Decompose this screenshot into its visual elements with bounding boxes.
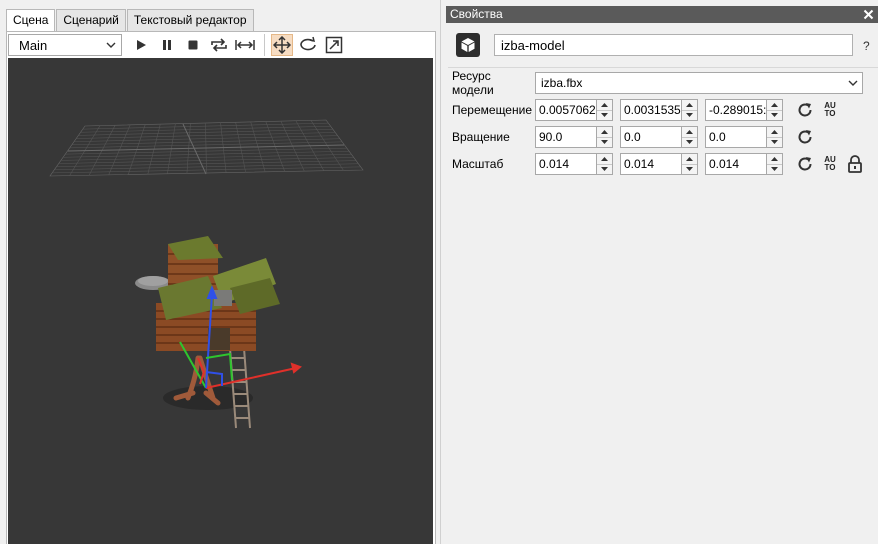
position-y-value[interactable]: 0.0031535 xyxy=(620,99,681,121)
play-button[interactable] xyxy=(130,34,152,56)
loop-button[interactable] xyxy=(208,34,230,56)
editor-window: Сцена Сценарий Текстовый редактор Main С… xyxy=(0,0,878,544)
position-y-spinbox[interactable]: 0.0031535 xyxy=(620,99,698,121)
scale-y-value[interactable]: 0.014 xyxy=(620,153,681,175)
auto-scale-button[interactable]: AU TO xyxy=(820,154,840,174)
toolbar-separator xyxy=(264,34,265,56)
header-divider xyxy=(448,67,878,68)
object-type-badge xyxy=(456,33,480,57)
scale-icon xyxy=(325,36,343,54)
position-x-spinbox[interactable]: 0.0057062 xyxy=(535,99,613,121)
properties-title: Свойства xyxy=(450,7,503,21)
resource-row: Ресурс модели izba.fbx xyxy=(452,69,863,97)
play-icon xyxy=(137,40,146,50)
rotate-tool-button[interactable] xyxy=(297,34,319,56)
spin-up-icon[interactable] xyxy=(682,127,697,138)
close-icon[interactable] xyxy=(863,9,874,20)
editor-tabs: Сцена Сценарий Текстовый редактор xyxy=(6,9,255,32)
move-tool-button[interactable] xyxy=(271,34,293,56)
auto-position-button[interactable]: AU TO xyxy=(820,100,840,120)
stop-button[interactable] xyxy=(182,34,204,56)
auto-icon: AU TO xyxy=(824,155,836,172)
rotation-y-value[interactable]: 0.0 xyxy=(620,126,681,148)
spin-down-icon[interactable] xyxy=(597,138,612,148)
spin-up-icon[interactable] xyxy=(767,100,782,111)
tab-text-editor[interactable]: Текстовый редактор xyxy=(126,9,254,31)
spin-up-icon[interactable] xyxy=(767,127,782,138)
stop-icon xyxy=(188,40,198,50)
rotation-x-value[interactable]: 90.0 xyxy=(535,126,596,148)
rotation-z-value[interactable]: 0.0 xyxy=(705,126,766,148)
scale-z-value[interactable]: 0.014 xyxy=(705,153,766,175)
spin-down-icon[interactable] xyxy=(767,111,782,121)
spin-up-icon[interactable] xyxy=(767,154,782,165)
scene-render xyxy=(49,119,364,429)
scale-tool-button[interactable] xyxy=(323,34,345,56)
scene-viewport[interactable] xyxy=(8,58,433,544)
rotation-x-spinbox[interactable]: 90.0 xyxy=(535,126,613,148)
rotation-z-spinbox[interactable]: 0.0 xyxy=(705,126,783,148)
camera-select[interactable]: Main xyxy=(8,34,122,56)
spin-down-icon[interactable] xyxy=(597,111,612,121)
resource-label: Ресурс модели xyxy=(452,69,494,97)
reset-icon xyxy=(798,130,812,144)
move-icon xyxy=(273,36,291,54)
properties-titlebar: Свойства xyxy=(446,6,878,23)
help-button[interactable]: ? xyxy=(863,39,870,53)
spin-down-icon[interactable] xyxy=(597,165,612,175)
position-row: Перемещение 0.0057062 0.0031535 -0.28901… xyxy=(452,99,840,121)
scale-x-spinbox[interactable]: 0.014 xyxy=(535,153,613,175)
spin-down-icon[interactable] xyxy=(682,111,697,121)
spin-up-icon[interactable] xyxy=(682,154,697,165)
object-name-input[interactable] xyxy=(494,34,853,56)
spin-down-icon[interactable] xyxy=(682,165,697,175)
reset-icon xyxy=(798,103,812,117)
properties-pane: Свойства ? Ресурс модели izba.fbx xyxy=(446,6,878,544)
chevron-down-icon xyxy=(106,42,116,48)
resource-value: izba.fbx xyxy=(541,76,583,90)
tab-script[interactable]: Сценарий xyxy=(56,9,126,31)
pause-icon xyxy=(163,40,171,50)
spin-down-icon[interactable] xyxy=(767,165,782,175)
object-header: ? xyxy=(454,32,874,58)
scene-toolbar: Main xyxy=(8,33,434,57)
camera-select-value: Main xyxy=(19,37,48,53)
spin-up-icon[interactable] xyxy=(597,100,612,111)
reset-position-button[interactable] xyxy=(795,100,815,120)
chevron-down-icon xyxy=(848,80,858,86)
rotate-icon xyxy=(300,36,316,51)
reset-icon xyxy=(798,157,812,171)
position-x-value[interactable]: 0.0057062 xyxy=(535,99,596,121)
scale-z-spinbox[interactable]: 0.014 xyxy=(705,153,783,175)
scene-pane: Сцена Сценарий Текстовый редактор Main xyxy=(0,0,441,544)
lock-icon xyxy=(848,155,862,173)
spin-down-icon[interactable] xyxy=(682,138,697,148)
fit-width-button[interactable] xyxy=(234,34,256,56)
lock-scale-button[interactable] xyxy=(845,154,865,174)
reset-scale-button[interactable] xyxy=(795,154,815,174)
resource-select[interactable]: izba.fbx xyxy=(535,72,863,94)
spin-up-icon[interactable] xyxy=(682,100,697,111)
fit-width-icon xyxy=(235,40,255,50)
spin-up-icon[interactable] xyxy=(597,127,612,138)
rotation-y-spinbox[interactable]: 0.0 xyxy=(620,126,698,148)
pause-button[interactable] xyxy=(156,34,178,56)
rotation-row: Вращение 90.0 0.0 0.0 xyxy=(452,126,815,148)
scale-row: Масштаб 0.014 0.014 0.014 AU TO xyxy=(452,153,865,175)
scale-x-value[interactable]: 0.014 xyxy=(535,153,596,175)
scale-label: Масштаб xyxy=(452,157,504,171)
ground-grid xyxy=(49,119,364,177)
cube-icon xyxy=(461,38,475,52)
position-label: Перемещение xyxy=(452,103,532,117)
scale-y-spinbox[interactable]: 0.014 xyxy=(620,153,698,175)
position-z-value[interactable]: -0.289015: xyxy=(705,99,766,121)
rotation-label: Вращение xyxy=(452,130,510,144)
loop-icon xyxy=(211,38,227,52)
tab-scene[interactable]: Сцена xyxy=(6,9,56,32)
auto-icon: AU TO xyxy=(824,101,836,118)
spin-up-icon[interactable] xyxy=(597,154,612,165)
position-z-spinbox[interactable]: -0.289015: xyxy=(705,99,783,121)
reset-rotation-button[interactable] xyxy=(795,127,815,147)
spin-down-icon[interactable] xyxy=(767,138,782,148)
